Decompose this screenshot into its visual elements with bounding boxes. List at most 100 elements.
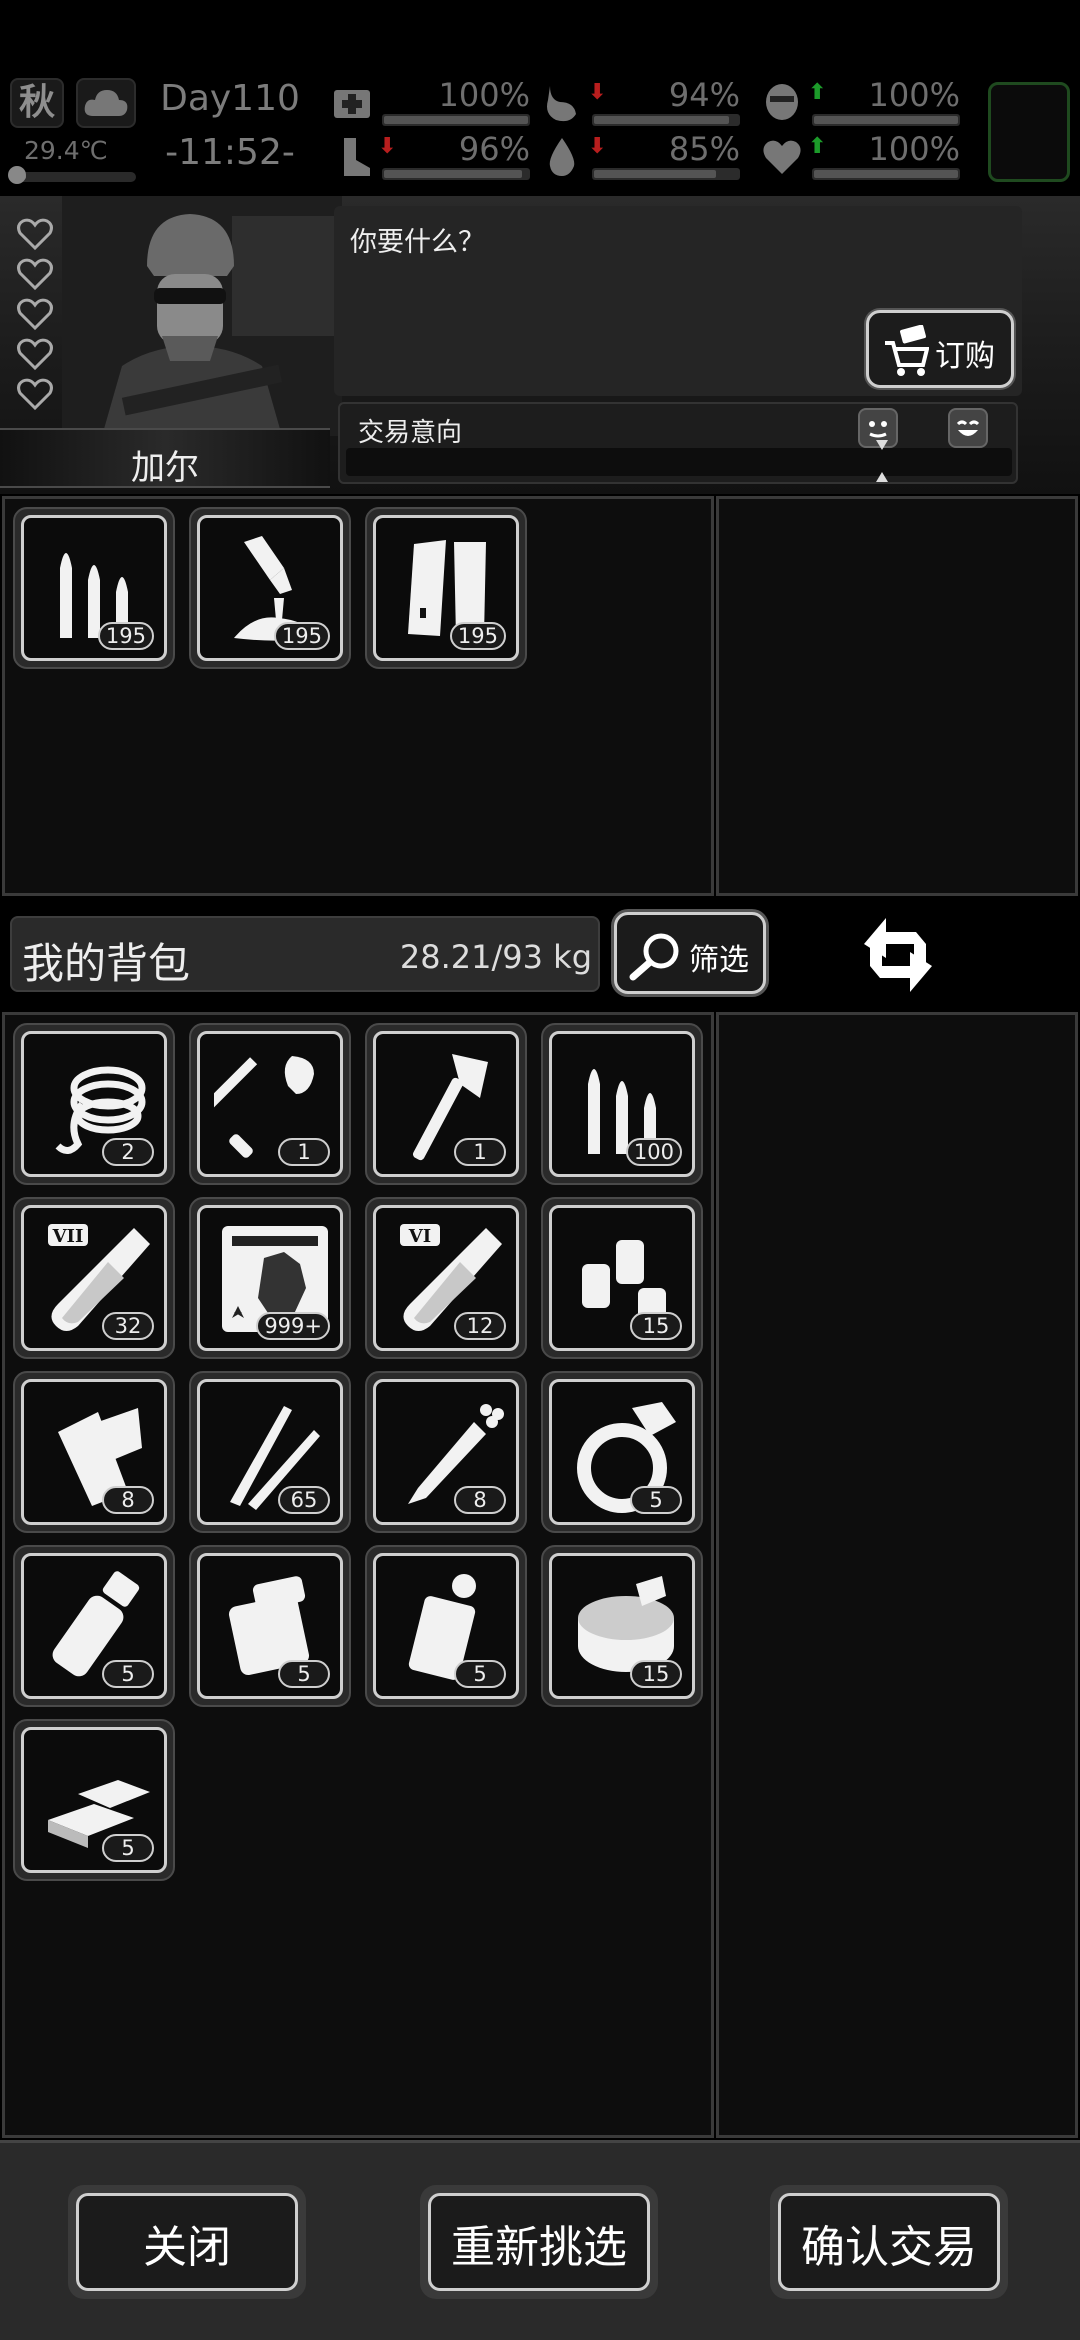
backpack-title: 我的背包 <box>22 939 191 988</box>
day-counter: Day110 <box>160 78 300 119</box>
stat-bar <box>592 114 740 126</box>
stat-stamina: ⬇ 96% <box>330 130 530 182</box>
reselect-label: 重新挑选 <box>451 2222 627 2273</box>
backpack-item-slot[interactable]: 999+ <box>189 1197 351 1359</box>
confirm-trade-label: 确认交易 <box>801 2222 977 2273</box>
backpack-item-slot[interactable]: 5 <box>541 1371 703 1533</box>
close-button[interactable]: 关闭 <box>68 2185 306 2299</box>
heart-icon <box>17 378 53 411</box>
backpack-item-slot[interactable]: 100 <box>541 1023 703 1185</box>
reselect-button[interactable]: 重新挑选 <box>420 2185 658 2299</box>
item-count-badge: 15 <box>630 1660 682 1688</box>
stat-value: 100% <box>868 130 960 168</box>
trade-intent-track <box>346 448 1012 476</box>
intent-pointer-icon <box>876 440 888 482</box>
merchant-item-slot[interactable]: 195 <box>13 507 175 669</box>
backpack-inventory: 2 1 1 100 VII 32 999+ VI 12 15 8 65 8 5 5 5 5 15 5 <box>2 1012 714 2138</box>
merchant-offer-area[interactable] <box>716 496 1078 896</box>
merchant-item-slot[interactable]: 195 <box>189 507 351 669</box>
item-count-badge: 195 <box>97 622 154 650</box>
merchant-inventory: 195 195 195 <box>2 496 714 896</box>
backpack-weight: 28.21/93 kg <box>399 938 592 976</box>
heart-icon <box>17 218 53 251</box>
filter-button[interactable]: 筛选 <box>614 912 766 994</box>
backpack-item-slot[interactable]: VI 12 <box>365 1197 527 1359</box>
stomach-icon <box>547 86 576 122</box>
order-button[interactable]: 订购 <box>866 310 1014 388</box>
item-count-badge: 195 <box>273 622 330 650</box>
backpack-item-slot[interactable]: 1 <box>365 1023 527 1185</box>
item-count-badge: 15 <box>630 1312 682 1340</box>
item-count-badge: 100 <box>625 1138 682 1166</box>
water-drop-icon <box>549 138 575 176</box>
temperature-bar <box>8 166 136 184</box>
item-count-badge: 5 <box>454 1660 506 1688</box>
backpack-item-slot[interactable]: 5 <box>189 1545 351 1707</box>
stat-value: 100% <box>868 76 960 114</box>
stat-health: 100% <box>330 76 530 128</box>
stat-value: 100% <box>438 76 530 114</box>
player-offer-area[interactable] <box>716 1012 1078 2138</box>
item-count-badge: 1 <box>278 1138 330 1166</box>
backpack-item-slot[interactable]: 8 <box>365 1371 527 1533</box>
svg-text:VI: VI <box>408 1226 431 1247</box>
stat-bar <box>382 168 530 180</box>
stat-value: 94% <box>668 76 740 114</box>
npc-portrait <box>62 196 342 436</box>
stat-thirst: ⬇ 85% <box>540 130 740 182</box>
temperature-value: 29.4℃ <box>24 136 108 165</box>
game-clock: -11:52- <box>165 132 295 173</box>
backpack-item-slot[interactable]: 5 <box>13 1545 175 1707</box>
backpack-item-slot[interactable]: 65 <box>189 1371 351 1533</box>
status-bar: 秋 29.4℃ Day110 -11:52- 100% ⬇ 94% ⬆ 100% ⬇ 96%… <box>0 72 1080 190</box>
magnifier-icon <box>629 933 679 981</box>
backpack-item-slot[interactable]: 8 <box>13 1371 175 1533</box>
swap-arrows-icon[interactable] <box>856 910 940 1000</box>
heart-icon <box>17 258 53 291</box>
close-label: 关闭 <box>143 2222 231 2273</box>
item-count-badge: 32 <box>102 1312 154 1340</box>
dialog-text: 你要什么？ <box>350 227 485 258</box>
filter-label: 筛选 <box>689 943 749 978</box>
item-count-badge: 5 <box>102 1660 154 1688</box>
backpack-item-slot[interactable]: 5 <box>365 1545 527 1707</box>
backpack-item-slot[interactable]: VII 32 <box>13 1197 175 1359</box>
item-count-badge: 12 <box>454 1312 506 1340</box>
trade-intent-label: 交易意向 <box>358 418 463 448</box>
affinity-hearts <box>16 216 56 416</box>
order-label: 订购 <box>935 339 995 374</box>
backpack-item-slot[interactable]: 5 <box>13 1719 175 1881</box>
trend-up-icon: ⬆ <box>808 80 827 105</box>
stat-value: 85% <box>668 130 740 168</box>
stat-bar <box>812 114 960 126</box>
trade-intent-meter: 交易意向 <box>338 402 1018 484</box>
stat-bar <box>812 168 960 180</box>
npc-name-plate: 加尔 <box>0 428 330 488</box>
item-count-badge: 65 <box>278 1486 330 1514</box>
backpack-item-slot[interactable]: 1 <box>189 1023 351 1185</box>
svg-text:VII: VII <box>52 1226 84 1247</box>
cloud-icon <box>76 78 136 128</box>
trend-down-icon: ⬇ <box>378 134 397 159</box>
backpack-header: 我的背包 28.21/93 kg <box>10 916 600 992</box>
backpack-item-slot[interactable]: 15 <box>541 1197 703 1359</box>
stat-mood: ⬆ 100% <box>760 130 960 182</box>
merchant-item-slot[interactable]: 195 <box>365 507 527 669</box>
backpack-item-slot[interactable]: 15 <box>541 1545 703 1707</box>
heart-icon <box>17 338 53 371</box>
confirm-trade-button[interactable]: 确认交易 <box>770 2185 1008 2299</box>
equipped-slot[interactable] <box>988 82 1070 182</box>
stat-value: 96% <box>458 130 530 168</box>
stat-bar <box>382 114 530 126</box>
item-count-badge: 1 <box>454 1138 506 1166</box>
npc-name: 加尔 <box>131 448 199 488</box>
item-count-badge: 5 <box>630 1486 682 1514</box>
stat-bar <box>592 168 740 180</box>
happy-face-icon <box>948 408 988 448</box>
stat-hunger: ⬇ 94% <box>540 76 740 128</box>
backpack-item-slot[interactable]: 2 <box>13 1023 175 1185</box>
item-count-badge: 8 <box>454 1486 506 1514</box>
brain-icon <box>766 84 798 120</box>
item-count-badge: 195 <box>449 622 506 650</box>
leg-icon <box>344 138 370 176</box>
